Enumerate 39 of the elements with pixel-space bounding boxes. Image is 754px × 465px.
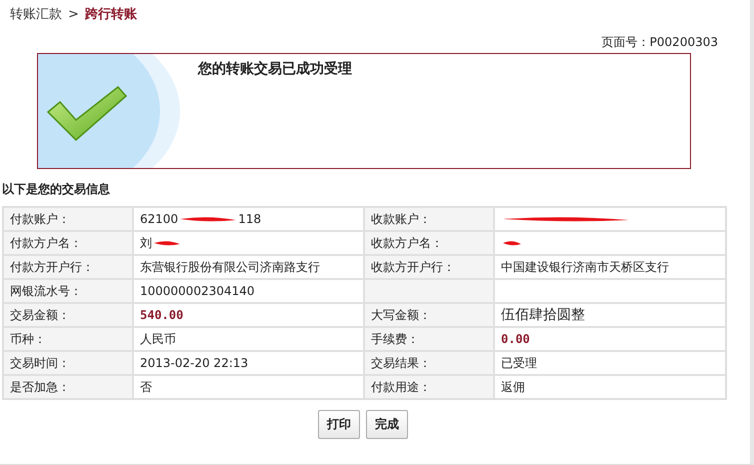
field-label: 收款方户名： (364, 231, 494, 255)
redaction-mark (152, 238, 182, 248)
value-text: 0.00 (501, 332, 530, 346)
value-text: 已受理 (501, 354, 537, 372)
value-text: 118 (238, 212, 262, 226)
field-label: 付款账户： (3, 207, 133, 231)
field-label: 收款账户： (364, 207, 494, 231)
value-text: 62100 (140, 212, 178, 226)
print-button[interactable]: 打印 (318, 410, 360, 439)
breadcrumb-current: 跨行转账 (84, 6, 137, 23)
field-label: 交易金额： (3, 303, 133, 327)
value-text: 540.00 (140, 308, 184, 322)
redaction-mark (501, 238, 523, 248)
field-label: 收款方开户行： (364, 255, 494, 279)
field-label: 交易结果： (364, 351, 494, 375)
value-text: 刘 (140, 234, 152, 252)
page-number: 页面号：P00200303 (602, 34, 718, 51)
value-text: 100000002304140 (140, 284, 255, 298)
field-label: 付款方开户行： (3, 255, 133, 279)
value-text: 伍佰肆拾圆整 (501, 306, 585, 324)
value-text: 2013-02-20 22:13 (140, 356, 248, 370)
field-label: 是否加急： (3, 375, 133, 399)
breadcrumb-separator: > (68, 6, 79, 22)
value-text: 否 (140, 378, 152, 396)
value-text: 人民币 (140, 330, 176, 348)
field-label: 币种： (3, 327, 133, 351)
finish-button[interactable]: 完成 (366, 410, 408, 439)
section-title: 以下是您的交易信息 (2, 181, 111, 198)
value-text: 返佣 (501, 378, 525, 396)
field-label: 手续费： (364, 327, 494, 351)
success-title: 您的转账交易已成功受理 (198, 60, 352, 79)
field-label: 交易时间： (3, 351, 133, 375)
value-text: 中国建设银行济南市天桥区支行 (501, 258, 669, 276)
value-text: 东营银行股份有限公司济南路支行 (140, 258, 320, 276)
field-label: 付款用途： (364, 375, 494, 399)
field-label: 大写金额： (364, 303, 494, 327)
field-label: 付款方户名： (3, 231, 133, 255)
field-label: 网银流水号： (3, 279, 133, 303)
breadcrumb-link[interactable]: 转账汇款 (10, 5, 62, 23)
